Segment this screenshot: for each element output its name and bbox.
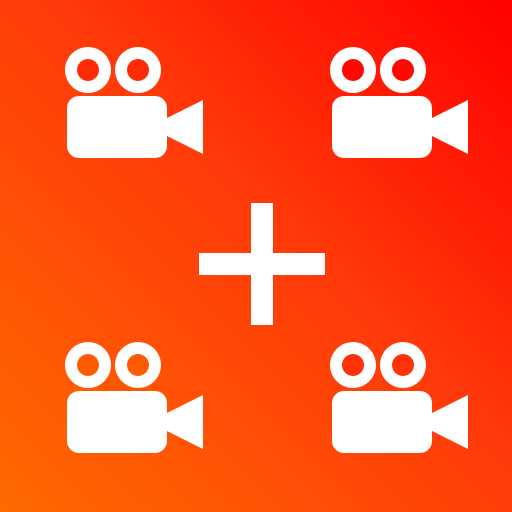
video-camera-icon — [55, 335, 205, 455]
video-camera-icon — [55, 40, 205, 160]
plus-icon — [199, 203, 325, 325]
video-camera-icon — [320, 40, 470, 160]
video-camera-icon — [320, 335, 470, 455]
merge-videos-app-icon — [0, 0, 512, 512]
